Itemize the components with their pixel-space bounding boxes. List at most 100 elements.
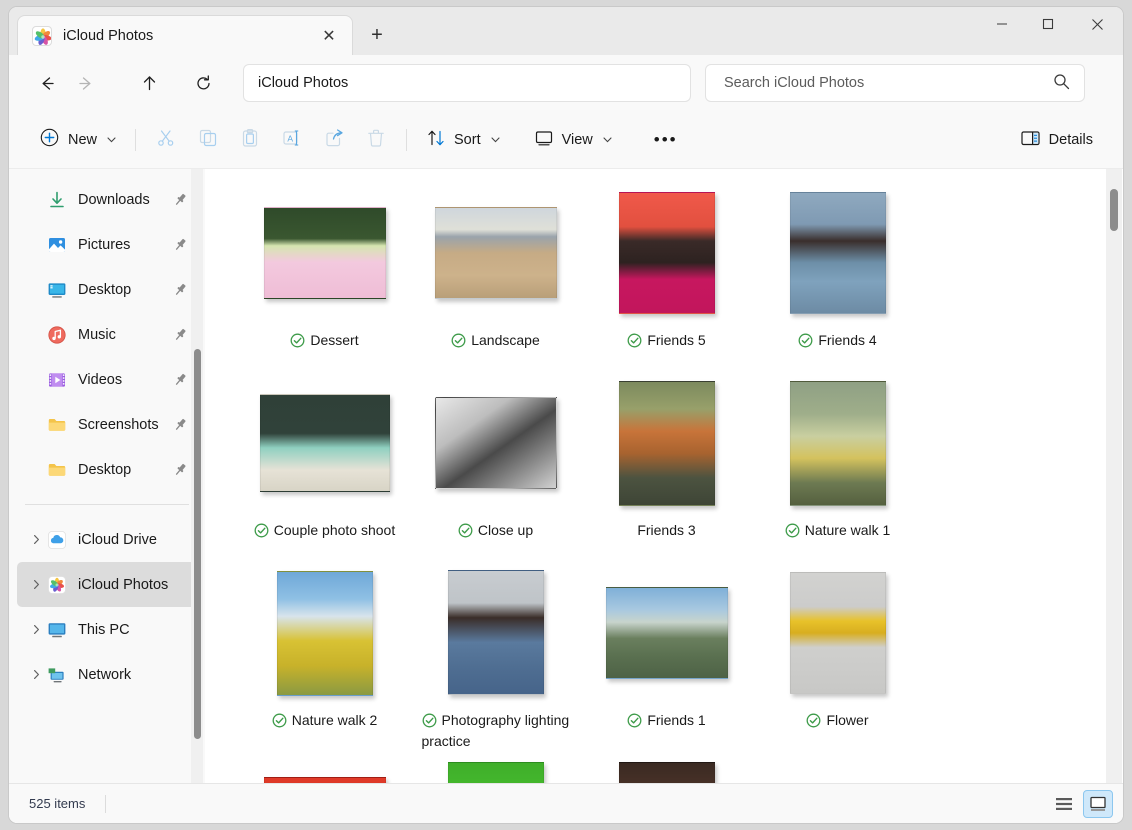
file-thumbnail <box>448 570 544 695</box>
pin-icon[interactable] <box>171 327 189 342</box>
file-caption: Flower <box>764 710 912 732</box>
file-thumbnail-wrap <box>239 373 410 513</box>
new-button[interactable]: New <box>29 122 126 158</box>
file-thumbnail-wrap <box>239 563 410 703</box>
pinned-items-list: DownloadsPictures Desktop MusicVideosScree… <box>9 177 205 492</box>
pin-icon[interactable] <box>171 372 189 387</box>
ellipsis-icon: ••• <box>654 130 678 150</box>
expander-chevron-icon[interactable] <box>25 534 47 545</box>
file-item[interactable]: Close up <box>410 373 581 563</box>
file-name: Photography lighting practice <box>422 712 570 750</box>
file-thumbnail <box>790 192 886 314</box>
cut-button[interactable] <box>145 122 187 158</box>
content-scrollbar-thumb[interactable] <box>1110 189 1118 231</box>
this-pc-icon <box>47 620 67 640</box>
maximize-button[interactable] <box>1025 7 1071 41</box>
file-thumbnail-wrap <box>581 373 752 513</box>
forward-button[interactable] <box>67 65 103 101</box>
details-pane-icon <box>1020 128 1041 152</box>
file-item[interactable]: Candid shot! <box>581 753 752 783</box>
file-item[interactable]: Friends 2 <box>239 753 410 783</box>
close-tab-button[interactable]: ✕ <box>316 23 342 49</box>
close-window-button[interactable] <box>1071 7 1123 41</box>
file-caption: Nature walk 1 <box>764 520 912 542</box>
file-item[interactable]: Leaf <box>410 753 581 783</box>
details-view-button[interactable] <box>1049 790 1079 818</box>
sidebar-item-screenshots[interactable]: Screenshots <box>17 402 197 447</box>
sidebar-item-network[interactable]: Network <box>17 652 197 697</box>
pin-icon[interactable] <box>171 282 189 297</box>
file-item[interactable]: Nature walk 1 <box>752 373 923 563</box>
sidebar-item-downloads[interactable]: Downloads <box>17 177 197 222</box>
up-button[interactable] <box>131 65 167 101</box>
chevron-down-icon <box>491 135 500 145</box>
sidebar-item-label: Desktop <box>78 282 171 298</box>
network-icon <box>47 665 67 685</box>
large-icons-view-button[interactable] <box>1083 790 1113 818</box>
refresh-button[interactable] <box>185 65 221 101</box>
monitor-icon <box>534 128 554 152</box>
new-tab-button[interactable]: + <box>359 17 395 53</box>
sidebar-item-videos[interactable]: Videos <box>17 357 197 402</box>
pictures-icon <box>47 235 67 255</box>
sidebar-item-desktop[interactable]: Desktop <box>17 447 197 492</box>
pin-icon[interactable] <box>171 192 189 207</box>
sync-check-icon <box>422 713 437 728</box>
sidebar-scrollbar[interactable] <box>191 169 203 783</box>
share-button[interactable] <box>313 122 355 158</box>
file-item[interactable]: Couple photo shoot <box>239 373 410 563</box>
back-button[interactable] <box>29 65 65 101</box>
address-bar-row: iCloud Photos Search iCloud Photos <box>9 55 1123 111</box>
sidebar-item-desktop[interactable]: Desktop <box>17 267 197 312</box>
file-caption: Friends 3 <box>593 520 741 542</box>
sidebar-item-music[interactable]: Music <box>17 312 197 357</box>
file-item[interactable]: Friends 1 <box>581 563 752 753</box>
content-scrollbar[interactable] <box>1106 169 1122 783</box>
file-item[interactable]: Friends 4 <box>752 183 923 373</box>
search-box[interactable]: Search iCloud Photos <box>705 64 1085 102</box>
copy-button[interactable] <box>187 122 229 158</box>
sidebar-item-label: This PC <box>78 622 189 638</box>
file-item[interactable]: Landscape <box>410 183 581 373</box>
sidebar-item-icloud-photos[interactable]: iCloud Photos <box>17 562 197 607</box>
view-button[interactable]: View <box>524 122 622 158</box>
paste-button[interactable] <box>229 122 271 158</box>
file-item[interactable]: Friends 3 <box>581 373 752 563</box>
file-thumbnail-wrap <box>239 183 410 323</box>
chevron-down-icon <box>107 135 116 145</box>
sidebar-item-label: Network <box>78 667 189 683</box>
file-thumbnail <box>790 572 886 694</box>
address-bar[interactable]: iCloud Photos <box>243 64 691 102</box>
pin-icon[interactable] <box>171 417 189 432</box>
rename-button[interactable]: A <box>271 122 313 158</box>
file-caption: Friends 1 <box>593 710 741 732</box>
delete-button[interactable] <box>355 122 397 158</box>
sidebar-item-this-pc[interactable]: This PC <box>17 607 197 652</box>
file-item[interactable]: Photography lighting practice <box>410 563 581 753</box>
title-bar: iCloud Photos ✕ + <box>9 7 1123 55</box>
tab-icloud-photos[interactable]: iCloud Photos ✕ <box>17 15 353 55</box>
expander-chevron-icon[interactable] <box>25 669 47 680</box>
expander-chevron-icon[interactable] <box>25 624 47 635</box>
item-count-label: 525 items <box>29 796 85 811</box>
file-thumbnail <box>264 777 386 783</box>
sort-button[interactable]: Sort <box>416 122 510 158</box>
file-thumbnail <box>619 762 715 783</box>
file-item[interactable]: Friends 5 <box>581 183 752 373</box>
expander-chevron-icon[interactable] <box>25 579 47 590</box>
sidebar-scrollbar-thumb[interactable] <box>194 349 201 739</box>
pin-icon[interactable] <box>171 462 189 477</box>
sidebar-item-pictures[interactable]: Pictures <box>17 222 197 267</box>
search-icon[interactable] <box>1053 73 1070 94</box>
file-thumbnail-wrap <box>752 563 923 703</box>
minimize-button[interactable] <box>979 7 1025 41</box>
more-options-button[interactable]: ••• <box>644 122 688 158</box>
file-item[interactable]: Dessert <box>239 183 410 373</box>
file-item[interactable]: Flower <box>752 563 923 753</box>
file-item[interactable]: Nature walk 2 <box>239 563 410 753</box>
file-caption: Photography lighting practice <box>422 710 570 753</box>
details-pane-button[interactable]: Details <box>1010 122 1103 158</box>
pin-icon[interactable] <box>171 237 189 252</box>
sidebar-item-icloud-drive[interactable]: iCloud Drive <box>17 517 197 562</box>
svg-text:A: A <box>287 133 293 143</box>
